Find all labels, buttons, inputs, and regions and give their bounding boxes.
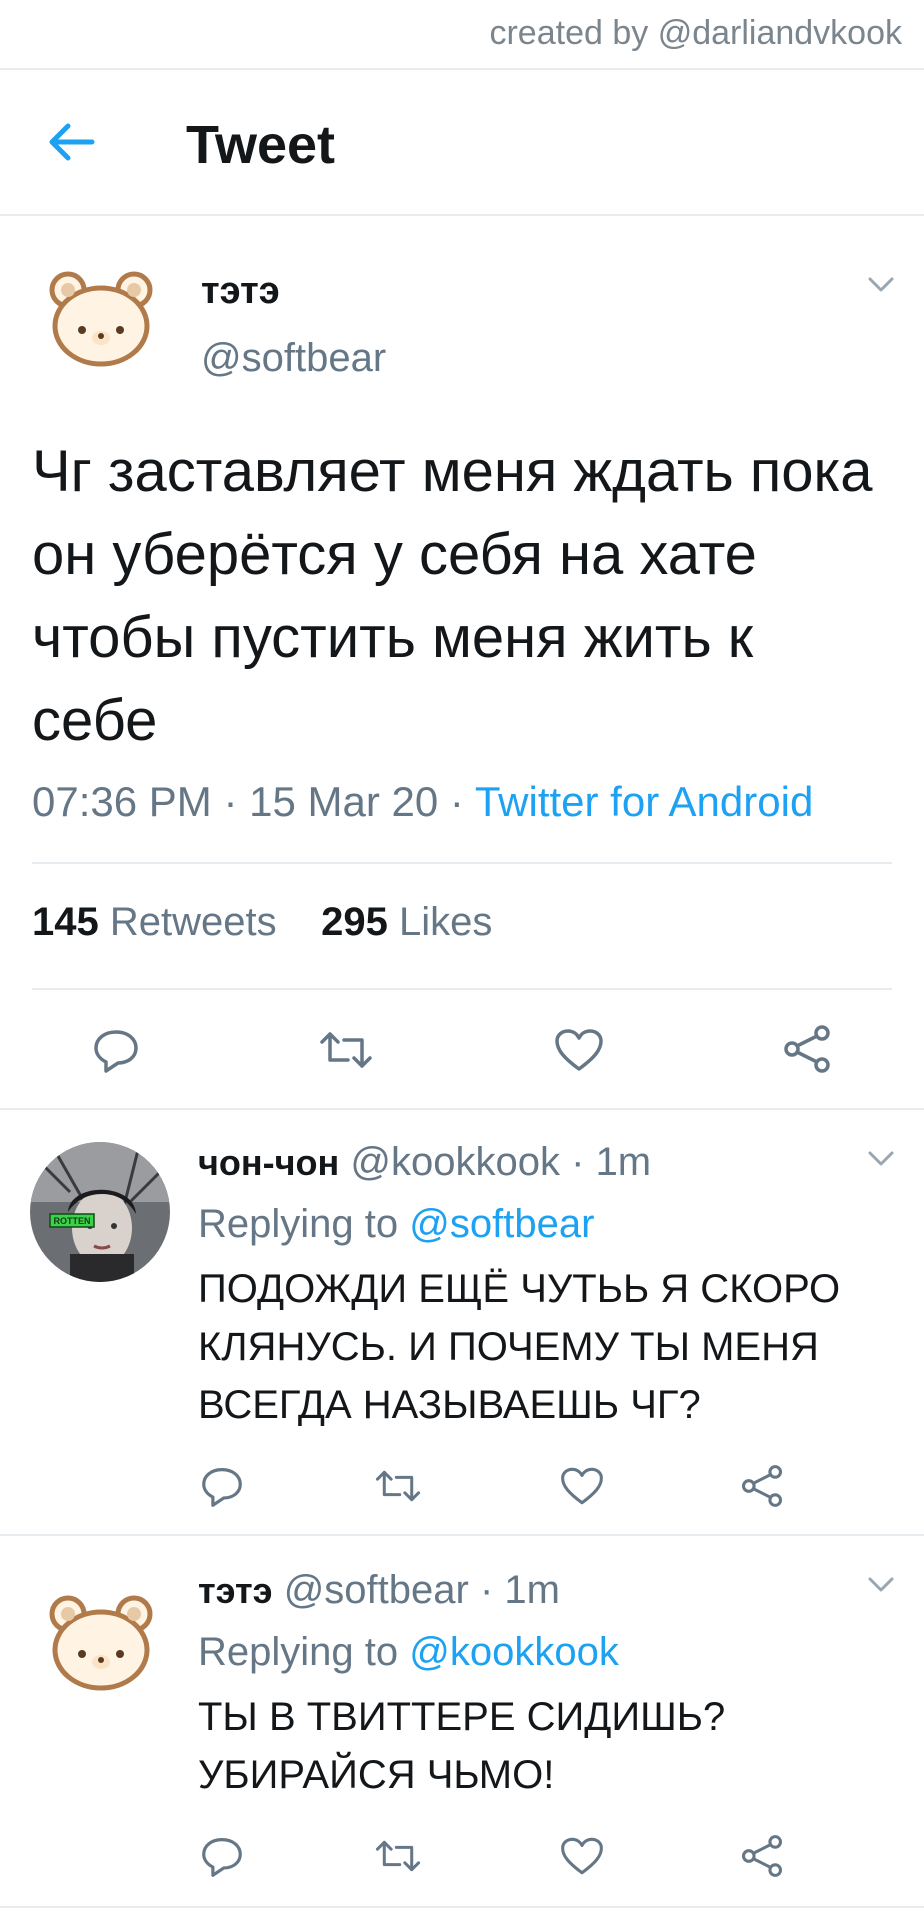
like-icon[interactable]	[560, 1466, 604, 1506]
tweet-time: 07:36 PM	[32, 778, 212, 825]
like-count[interactable]: 295	[321, 900, 388, 944]
user-photo: ROTTEN	[30, 1142, 170, 1282]
divider	[0, 1108, 924, 1110]
tweet-meta: 07:36 PM · 15 Mar 20 · Twitter for Andro…	[32, 778, 813, 826]
reply-author-handle[interactable]: @kookkook	[350, 1140, 560, 1184]
reply-icon[interactable]	[200, 1466, 244, 1508]
chevron-down-icon[interactable]	[868, 276, 894, 294]
share-icon[interactable]	[782, 1024, 832, 1074]
reply-author-handle[interactable]: @softbear	[284, 1568, 469, 1612]
replying-prefix: Replying to	[198, 1202, 399, 1246]
credit-text: created by @darliandvkook	[489, 14, 902, 52]
back-arrow-icon[interactable]	[46, 120, 96, 164]
avatar[interactable]: ROTTEN	[30, 1142, 170, 1282]
divider	[0, 68, 924, 70]
chevron-down-icon[interactable]	[868, 1150, 894, 1168]
replying-to: Replying to @kookkook	[198, 1630, 619, 1675]
meta-separator: ·	[449, 778, 464, 825]
retweet-icon[interactable]	[374, 1468, 422, 1504]
bear-avatar-icon[interactable]	[46, 1592, 156, 1692]
reply-time: 1m	[595, 1140, 652, 1184]
header-divider	[0, 214, 924, 216]
bear-avatar-icon[interactable]	[46, 268, 156, 368]
tweet-text: Чг заставляет меня ждать пока он уберётс…	[32, 439, 873, 753]
replying-to: Replying to @softbear	[198, 1202, 594, 1247]
retweet-count[interactable]: 145	[32, 900, 99, 944]
retweet-icon[interactable]	[318, 1030, 374, 1070]
divider	[0, 1534, 924, 1536]
like-icon[interactable]	[554, 1028, 604, 1072]
chevron-down-icon[interactable]	[868, 1576, 894, 1594]
reply-text: ПОДОЖДИ ЕЩЁ ЧУТЬЬ Я СКОРО КЛЯНУСЬ. И ПОЧ…	[198, 1267, 841, 1427]
retweet-icon[interactable]	[374, 1838, 422, 1874]
reply-author-name[interactable]: тэтэ	[198, 1570, 273, 1611]
reply-author-name[interactable]: чон-чон	[198, 1142, 339, 1183]
meta-separator: ·	[479, 1568, 494, 1612]
divider	[0, 1906, 924, 1908]
reply-text: ТЫ В ТВИТТЕРЕ СИДИШЬ? УБИРАЙСЯ ЧЬМО!	[198, 1695, 726, 1797]
replying-to-link[interactable]: @softbear	[409, 1202, 594, 1246]
like-icon[interactable]	[560, 1836, 604, 1876]
divider	[32, 862, 892, 864]
reply-header: чон-чон @kookkook · 1m	[198, 1140, 651, 1185]
reply-header: тэтэ @softbear · 1m	[198, 1568, 560, 1613]
reply-time: 1m	[504, 1568, 560, 1612]
tweet-date: 15 Mar 20	[249, 778, 439, 825]
tweet-source[interactable]: Twitter for Android	[475, 778, 813, 825]
replying-prefix: Replying to	[198, 1630, 399, 1674]
retweet-label[interactable]: Retweets	[110, 900, 277, 944]
author-handle[interactable]: @softbear	[201, 336, 386, 381]
share-icon[interactable]	[740, 1834, 784, 1878]
meta-separator: ·	[223, 778, 238, 825]
reply-icon[interactable]	[200, 1836, 244, 1878]
page-title: Tweet	[186, 115, 336, 175]
avatar-badge-text: ROTTEN	[54, 1216, 91, 1226]
share-icon[interactable]	[740, 1464, 784, 1508]
meta-separator: ·	[571, 1140, 585, 1184]
divider	[32, 988, 892, 990]
reply-icon[interactable]	[92, 1028, 140, 1074]
replying-to-link[interactable]: @kookkook	[409, 1630, 619, 1674]
tweet-stats: 145 Retweets 295 Likes	[32, 900, 492, 945]
author-name[interactable]: тэтэ	[201, 270, 280, 313]
like-label[interactable]: Likes	[399, 900, 492, 944]
